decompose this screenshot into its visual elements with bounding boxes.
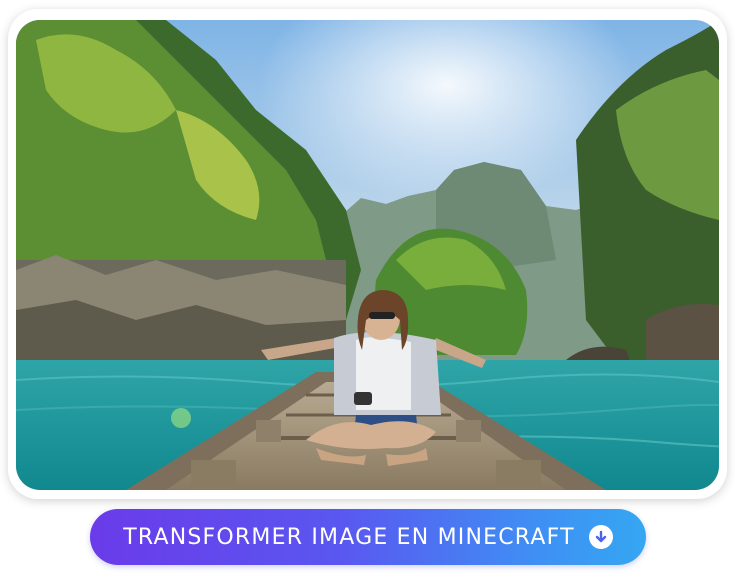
arrow-down-circle-icon (588, 525, 613, 549)
transform-to-minecraft-button[interactable]: TRANSFORMER IMAGE EN MINECRAFT (90, 509, 646, 565)
cta-label: TRANSFORMER IMAGE EN MINECRAFT (123, 524, 575, 550)
photo-card (8, 9, 727, 499)
photo-illustration (16, 20, 719, 490)
page: TRANSFORMER IMAGE EN MINECRAFT (0, 0, 735, 581)
travel-photo (16, 20, 719, 490)
